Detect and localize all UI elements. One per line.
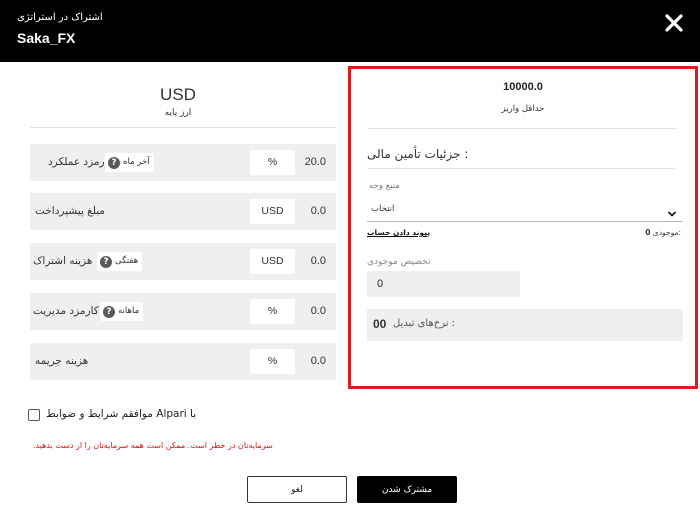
fee-unit: % [250, 150, 295, 175]
funding-details-text: جزئیات تأمین مالی : [367, 147, 469, 161]
terms-agreement: موافقم شرایط و ضوابط Alpari با [28, 407, 196, 423]
fee-value: 0.0 [310, 355, 326, 367]
divider [367, 128, 677, 129]
fund-source-selected: انتخاب [371, 204, 395, 214]
fund-source-label: منبع وجه [369, 181, 400, 191]
allocation-label: تخصیص موجودی [367, 257, 431, 267]
link-account-link[interactable]: پیوند دادن حساب [367, 228, 430, 237]
fee-label: کارمزد عملکرد [48, 156, 113, 168]
risk-warning: .سرمایه‌تان در خطر است. ممکن است همه سرم… [33, 441, 273, 450]
fee-value: 0.0 [310, 205, 326, 217]
strategy-title: Saka_FX [17, 30, 76, 46]
subscribe-button[interactable]: مشترک شدن [357, 476, 457, 503]
balance-display: 0 موجودی: [645, 228, 681, 237]
base-currency-code: USD [160, 85, 196, 104]
modal-subtitle: اشتراک در استراتژی [17, 12, 103, 23]
fee-label: کارمزد مدیریت [33, 305, 99, 317]
cancel-button[interactable]: لغو [247, 476, 347, 503]
terms-text: موافقم شرایط و ضوابط Alpari با [46, 408, 197, 420]
fee-period-text: آخر ماه [123, 157, 150, 167]
exchange-rate-label: نرخ‌های تبدیل : [393, 318, 456, 329]
balance-value: 0 [645, 228, 651, 237]
balance-label: موجودی: [652, 228, 681, 237]
modal-header: اشتراک در استراتژی Saka_FX [0, 0, 700, 62]
fee-label: هزینه اشتراک [33, 255, 93, 267]
terms-checkbox[interactable] [28, 409, 40, 421]
fee-value: 0.0 [310, 255, 326, 267]
fee-value: 20.0 [304, 156, 326, 168]
fee-label: هزینه جریمه [35, 355, 89, 367]
fee-period-badge: ? هفتگی [97, 252, 143, 271]
fund-source-select[interactable]: انتخاب [367, 196, 683, 222]
fee-row-management: کارمزد مدیریت ? ماهانه % 0.0 [30, 293, 336, 330]
help-icon[interactable]: ? [103, 305, 115, 318]
fee-period-text: ماهانه [118, 306, 140, 316]
base-currency-label: ارز پایه [164, 108, 192, 118]
fee-row-subscription: هزینه اشتراک ? هفتگی USD 0.0 [30, 243, 336, 280]
fee-unit: % [250, 349, 295, 374]
fee-row-performance: کارمزد عملکرد ? آخر ماه % 20.0 [30, 144, 336, 181]
fee-row-prepayment: مبلغ پیشپرداخت USD 0.0 [30, 193, 336, 230]
fee-period-text: هفتگی [115, 256, 139, 266]
close-icon[interactable] [664, 13, 684, 33]
fee-unit: USD [250, 199, 295, 224]
fee-row-penalty: هزینه جریمه % 0.0 [30, 343, 336, 380]
base-currency: USD ارز پایه [30, 62, 336, 128]
help-icon[interactable]: ? [108, 156, 120, 169]
fee-period-badge: ? آخر ماه [105, 153, 154, 172]
min-deposit-label: حداقل واریز [501, 104, 545, 114]
chevron-down-icon [667, 204, 677, 217]
fee-unit: USD [250, 249, 295, 274]
fee-period-badge: ? ماهانه [100, 302, 144, 321]
help-icon[interactable]: ? [100, 255, 112, 268]
funding-details-title: جزئیات تأمین مالی : [367, 147, 675, 169]
exchange-rate-box: 00 نرخ‌های تبدیل : [367, 309, 683, 341]
min-deposit-value: 10000.0 [503, 81, 543, 93]
funding-panel: 10000.0 حداقل واریز جزئیات تأمین مالی : … [348, 66, 698, 389]
exchange-rate-value: 00 [373, 317, 387, 331]
fee-value: 0.0 [310, 305, 326, 317]
fee-unit: % [250, 299, 295, 324]
fee-label: مبلغ پیشپرداخت [35, 205, 106, 217]
allocation-input[interactable] [367, 271, 520, 297]
